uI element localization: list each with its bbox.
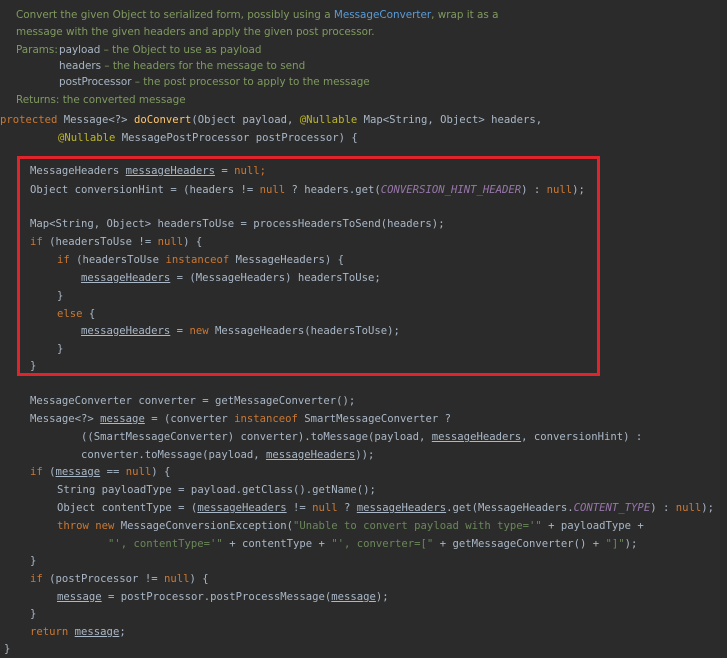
kw: throw <box>57 520 89 532</box>
tok: (Object payload, <box>191 114 300 126</box>
code-line: Message<?> message = (converter instance… <box>30 410 451 428</box>
tok: MessageConversionException( <box>114 520 293 532</box>
tok: ; <box>119 626 126 638</box>
code-line: "', contentType='" + contentType + "', c… <box>108 535 637 553</box>
method-name: doConvert <box>133 114 192 126</box>
string: "]" <box>605 538 625 550</box>
tok: == <box>100 466 126 478</box>
doc-text: , wrap it as a <box>431 9 499 21</box>
param-name: postProcessor <box>59 76 132 88</box>
tok: SmartMessageConverter ? <box>297 413 451 425</box>
tok: (postProcessor != <box>42 573 164 585</box>
kw: null <box>125 466 152 478</box>
tok: .get(MessageHeaders. <box>446 502 574 514</box>
param-desc: – the headers for the message to send <box>101 60 306 72</box>
kw: return <box>30 626 69 638</box>
message-converter-link[interactable]: MessageConverter <box>334 9 431 21</box>
code-line: } <box>30 555 37 567</box>
code-line: return message; <box>30 623 126 641</box>
code-line: } <box>4 643 11 655</box>
param-payload: payload – the Object to use as payload <box>59 44 261 56</box>
param-name: payload <box>59 44 101 56</box>
param-desc: – the post processor to apply to the mes… <box>131 76 370 88</box>
string: "Unable to convert payload with type='" <box>293 520 542 532</box>
tok: ); <box>701 502 714 514</box>
var: messageHeaders <box>197 502 287 514</box>
tok: = postProcessor.postProcessMessage( <box>101 591 332 603</box>
param-post-processor: postProcessor – the post processor to ap… <box>59 76 370 88</box>
var: messageHeaders <box>356 502 447 514</box>
code-line: String payloadType = payload.getClass().… <box>57 484 376 496</box>
tok: ) { <box>151 466 171 478</box>
tok: + contentType + <box>222 538 332 550</box>
code-line: if (postProcessor != null) { <box>30 570 209 588</box>
code-line: Object contentType = (messageHeaders != … <box>57 499 714 517</box>
var: message <box>100 413 145 425</box>
doc-summary-line-1: Convert the given Object to serialized f… <box>16 9 499 21</box>
tok: ); <box>375 591 389 603</box>
param-desc: – the Object to use as payload <box>100 44 262 56</box>
tok: Message<?> <box>30 413 101 425</box>
tok: )); <box>355 449 375 461</box>
kw: if <box>30 466 43 478</box>
tok: ( <box>42 466 56 478</box>
tok: , conversionHint) : <box>521 431 643 443</box>
kw: null <box>675 502 702 514</box>
tok: ) { <box>189 573 209 585</box>
tok: + getMessageConverter() + <box>433 538 606 550</box>
kw: null <box>163 573 190 585</box>
annotation: @Nullable <box>58 132 116 144</box>
tok: ? <box>337 502 357 514</box>
returns-line: Returns: the converted message <box>16 94 186 106</box>
var: message <box>74 626 120 638</box>
var: message <box>57 591 102 603</box>
params-label: Params: <box>16 44 58 56</box>
param-name: headers <box>59 60 102 72</box>
highlight-box <box>17 156 600 376</box>
tok: MessagePostProcessor postProcessor) { <box>115 132 358 144</box>
annotation: @Nullable <box>299 114 358 126</box>
tok: Object contentType = ( <box>57 502 198 514</box>
string: "', contentType='" <box>108 538 223 550</box>
kw: instanceof <box>234 413 298 425</box>
tok: Map<String, Object> headers, <box>357 114 543 126</box>
code-line: throw new MessageConversionException("Un… <box>57 517 644 535</box>
var: messageHeaders <box>265 449 356 461</box>
string: "', converter=[" <box>331 538 434 550</box>
var: message <box>331 591 376 603</box>
kw: new <box>88 520 115 532</box>
code-line: if (message == null) { <box>30 463 170 481</box>
tok: ) : <box>650 502 676 514</box>
code-line: message = postProcessor.postProcessMessa… <box>57 588 389 606</box>
kw: if <box>30 573 43 585</box>
constant: CONTENT_TYPE <box>573 502 651 514</box>
doc-summary-line-2: message with the given headers and apply… <box>16 26 375 38</box>
tok: + payloadType + <box>541 520 644 532</box>
var: message <box>55 466 101 478</box>
code-line: @Nullable MessagePostProcessor postProce… <box>58 129 358 147</box>
tok: Message<?> <box>63 114 134 126</box>
code-line: protected Message<?> doConvert(Object pa… <box>0 111 542 129</box>
tok: ((SmartMessageConverter) converter).toMe… <box>81 431 432 443</box>
code-line: ((SmartMessageConverter) converter).toMe… <box>81 428 642 446</box>
tok: != <box>286 502 313 514</box>
doc-text: Convert the given Object to serialized f… <box>16 9 334 21</box>
kw: null <box>312 502 338 514</box>
code-line: MessageConverter converter = getMessageC… <box>30 395 356 407</box>
tok: converter.toMessage(payload, <box>81 449 266 461</box>
code-line: converter.toMessage(payload, messageHead… <box>81 446 374 464</box>
var: messageHeaders <box>431 431 522 443</box>
tok: ); <box>624 538 638 550</box>
param-headers: headers – the headers for the message to… <box>59 60 305 72</box>
tok: = (converter <box>144 413 235 425</box>
code-line: } <box>30 608 37 620</box>
kw: protected <box>0 114 64 126</box>
